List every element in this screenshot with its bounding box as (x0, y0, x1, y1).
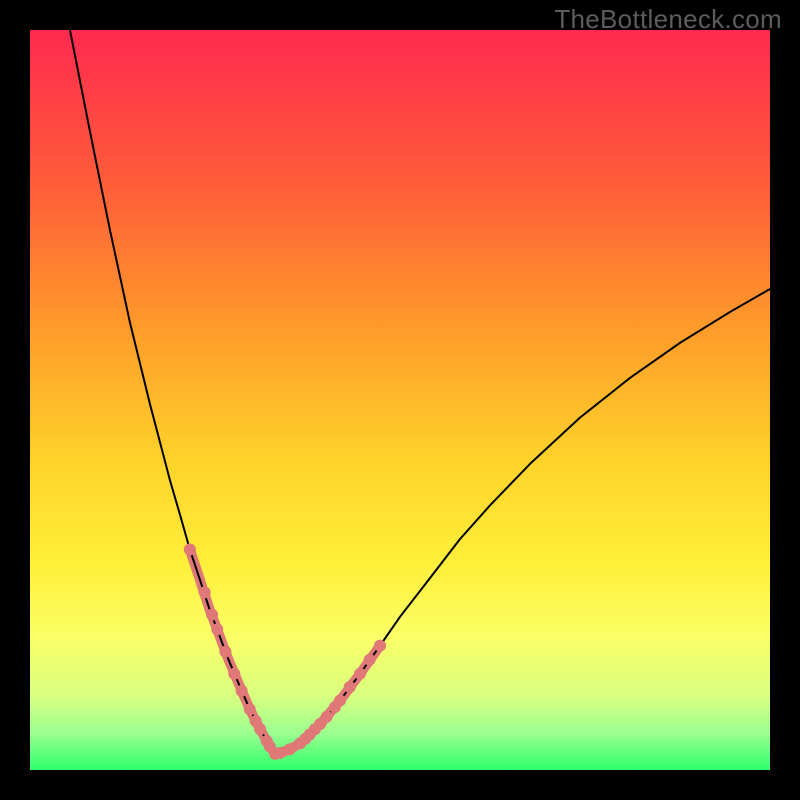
plot-area (30, 30, 770, 770)
highlight-point (228, 668, 240, 680)
highlight-point (199, 586, 211, 598)
highlight-point (184, 543, 196, 555)
watermark-text: TheBottleneck.com (554, 4, 782, 35)
highlight-point (206, 609, 218, 621)
highlight-point (211, 623, 223, 635)
curve-layer (30, 30, 770, 770)
highlight-point (374, 640, 386, 652)
highlight-point (254, 723, 266, 735)
highlight-point (354, 668, 366, 680)
highlight-point (236, 685, 248, 697)
curve-segment (190, 549, 275, 753)
curve-segment (70, 30, 275, 754)
highlight-point (219, 646, 231, 658)
chart-frame: TheBottleneck.com (0, 0, 800, 800)
highlight-point (284, 743, 296, 755)
highlight-point (244, 703, 256, 715)
highlight-point (344, 681, 356, 693)
highlight-point (364, 654, 376, 666)
highlight-point (321, 711, 333, 723)
highlight-point (334, 694, 346, 706)
